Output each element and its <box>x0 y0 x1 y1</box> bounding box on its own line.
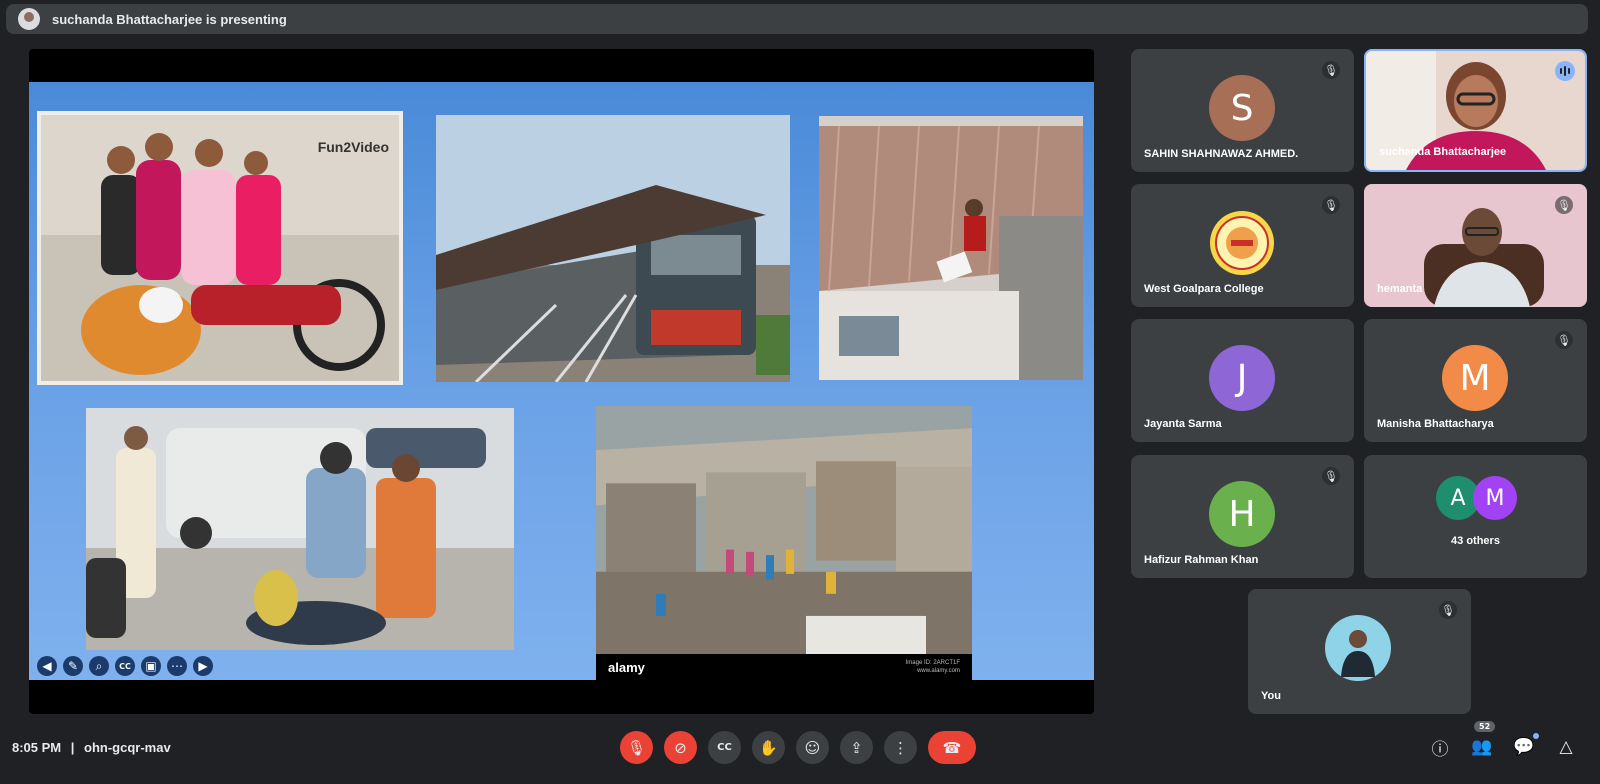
next-icon[interactable]: ▶ <box>193 656 213 676</box>
participant-tile-hemanta[interactable]: 🎙 hemanta <box>1364 184 1587 307</box>
slide-controls: ◀ ✎ ⌕ CC ▣ ⋯ ▶ <box>37 656 213 676</box>
mic-off-icon: 🎙 <box>1322 61 1340 79</box>
photo-motorbike-family: Fun2Video <box>37 111 403 385</box>
participant-name: Manisha Bhattacharya <box>1377 418 1494 430</box>
mic-off-icon: 🎙 <box>1322 196 1340 214</box>
presenting-banner: suchanda Bhattacharjee is presenting <box>6 4 1588 34</box>
activities-icon[interactable]: △ <box>1554 735 1578 759</box>
mic-off-icon: 🎙 <box>1555 196 1573 214</box>
stock-id: Image ID: 2ARCT1F <box>905 660 960 666</box>
participant-name: Hafizur Rahman Khan <box>1144 554 1259 566</box>
participant-tile-sahin[interactable]: S 🎙 SAHIN SHAHNAWAZ AHMED. <box>1131 49 1354 172</box>
presenter-avatar <box>18 8 40 30</box>
video-watermark: Fun2Video <box>317 139 389 155</box>
participant-tile-west-goalpara[interactable]: 🎙 West Goalpara College <box>1131 184 1354 307</box>
captions-icon[interactable]: CC <box>115 656 135 676</box>
participant-name: Jayanta Sarma <box>1144 418 1222 430</box>
participant-count-badge: 52 <box>1474 721 1496 732</box>
meeting-details-icon[interactable]: ⓘ <box>1428 735 1452 760</box>
participant-tile-you[interactable]: 🎙 You <box>1248 589 1471 714</box>
participant-name: SAHIN SHAHNAWAZ AHMED. <box>1144 148 1299 160</box>
meeting-separator: | <box>70 740 75 755</box>
avatar: M <box>1442 345 1508 411</box>
stock-url: www.alamy.com <box>917 668 960 674</box>
pen-icon[interactable]: ✎ <box>63 656 83 676</box>
participant-name: West Goalpara College <box>1144 283 1264 295</box>
participant-name: hemanta <box>1377 283 1423 295</box>
avatar: M <box>1473 476 1517 520</box>
captions-button[interactable]: CC <box>708 731 741 764</box>
avatar <box>1325 615 1391 681</box>
reactions-button[interactable]: ☺ <box>796 731 829 764</box>
mic-off-button[interactable]: 🎙 <box>620 731 653 764</box>
previous-icon[interactable]: ◀ <box>37 656 57 676</box>
stock-footer: alamy Image ID: 2ARCT1F www.alamy.com <box>596 654 972 680</box>
meeting-info: 8:05 PM | ohn-gcqr-mav <box>12 740 171 755</box>
presentation-stage[interactable]: Fun2Video alamy Image ID: 2ARCT1F www.al… <box>29 49 1094 714</box>
others-count-label: 43 others <box>1451 535 1500 547</box>
presenting-text: suchanda Bhattacharjee is presenting <box>52 11 287 27</box>
chat-icon[interactable]: 💬 <box>1512 733 1539 759</box>
meeting-time: 8:05 PM <box>12 740 62 755</box>
side-panel-controls: ⓘ 52 👥 💬 △ <box>1428 721 1578 760</box>
people-icon[interactable]: 52 👥 <box>1470 721 1496 759</box>
stock-logo: alamy <box>608 659 645 675</box>
mic-off-icon: 🎙 <box>1555 331 1573 349</box>
participant-tile-manisha[interactable]: M 🎙 Manisha Bhattacharya <box>1364 319 1587 442</box>
speaking-indicator-icon <box>1555 61 1575 81</box>
college-logo <box>1210 211 1274 275</box>
photo-scooter-street <box>86 408 514 650</box>
avatar: S <box>1209 75 1275 141</box>
avatar: J <box>1209 345 1275 411</box>
zoom-icon[interactable]: ⌕ <box>89 656 109 676</box>
leave-call-button[interactable]: ☎ <box>928 731 976 764</box>
video-icon[interactable]: ▣ <box>141 656 161 676</box>
raise-hand-button[interactable]: ✋ <box>752 731 785 764</box>
mic-off-icon: 🎙 <box>1439 601 1457 619</box>
participant-tile-hafizur[interactable]: H 🎙 Hafizur Rahman Khan <box>1131 455 1354 578</box>
camera-off-button[interactable]: ⊘ <box>664 731 697 764</box>
more-icon[interactable]: ⋯ <box>167 656 187 676</box>
photo-slum-housing: alamy Image ID: 2ARCT1F www.alamy.com <box>596 406 972 680</box>
more-options-button[interactable]: ⋮ <box>884 731 917 764</box>
meeting-code[interactable]: ohn-gcqr-mav <box>84 740 171 755</box>
participant-tile-suchanda[interactable]: suchanda Bhattacharjee <box>1364 49 1587 172</box>
present-screen-button[interactable]: ⇪ <box>840 731 873 764</box>
unread-dot <box>1533 733 1539 739</box>
participant-tile-jayanta[interactable]: J Jayanta Sarma <box>1131 319 1354 442</box>
participant-tile-others[interactable]: A M 43 others <box>1364 455 1587 578</box>
call-controls: 🎙 ⊘ CC ✋ ☺ ⇪ ⋮ ☎ <box>620 731 976 764</box>
participant-name: You <box>1261 690 1281 702</box>
mic-off-icon: 🎙 <box>1322 467 1340 485</box>
participant-name: suchanda Bhattacharjee <box>1379 146 1507 158</box>
photo-crowded-train <box>436 115 790 382</box>
slide: Fun2Video alamy Image ID: 2ARCT1F www.al… <box>29 82 1094 680</box>
avatar: H <box>1209 481 1275 547</box>
photo-rooftop <box>819 116 1083 380</box>
